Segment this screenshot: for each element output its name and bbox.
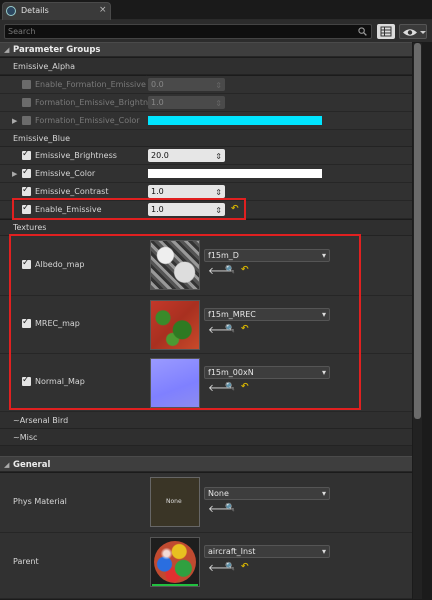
param-checkbox[interactable] [22,116,31,125]
group-label: Textures [13,223,47,232]
highlight-box-enable-emissive [12,198,246,220]
color-swatch-emissive[interactable] [148,169,322,178]
grid-icon [380,26,392,37]
prop-emissive-color: ▶ Emissive_Color [0,165,412,183]
browse-icon[interactable]: 🔍 [225,562,235,571]
scrollbar-thumb[interactable] [414,43,421,419]
tab-bar: Details × [0,0,432,20]
search-placeholder: Search [8,27,36,36]
expand-open-icon[interactable]: ◢ [4,461,9,469]
tab-label: Details [21,6,49,15]
category-general[interactable]: ◢ General [0,456,412,472]
asset-picker[interactable]: aircraft_Inst ▾ [204,545,330,558]
group-arsenal-bird[interactable]: ~Arsenal Bird [0,412,412,429]
thumbnail-type-bar [152,584,198,586]
param-checkbox[interactable] [22,98,31,107]
material-sphere-preview [154,541,196,583]
prop-label: Enable_Formation_Emissive [35,80,146,89]
drag-icon: ⇕ [215,99,222,108]
value-text: 0.0 [151,80,164,89]
parent-material-thumbnail[interactable] [150,537,200,587]
group-label: Emissive_Blue [13,134,70,143]
prop-label: Formation_Emissive_Color [35,116,140,125]
prop-emissive-brightness: Emissive_Brightness 20.0 ⇕ [0,147,412,165]
value-field[interactable]: 0.0 ⇕ [148,78,225,91]
param-checkbox[interactable] [22,185,31,196]
prop-enable-formation-emissive: Enable_Formation_Emissive 0.0 ⇕ [0,76,412,94]
prop-label: Emissive_Brightness [35,151,117,160]
drag-icon: ⇕ [215,152,222,161]
value-field[interactable]: 1.0 ⇕ [148,96,225,109]
category-label: General [13,460,51,470]
phys-material-thumbnail[interactable]: None [150,477,200,527]
group-misc[interactable]: ~Misc [0,429,412,446]
prop-label: Emissive_Contrast [35,187,109,196]
value-text: 20.0 [151,151,169,160]
highlight-box-textures [9,234,361,410]
param-checkbox[interactable] [22,149,31,160]
color-swatch-formation[interactable] [148,116,322,125]
prop-label: Phys Material [13,497,67,506]
dropdown-icon: ▾ [321,547,326,556]
reset-to-default-icon[interactable]: ↶ [241,562,249,572]
prop-parent: Parent aircraft_Inst ▾ 🡐 🔍 ↶ [0,533,412,599]
search-input[interactable]: Search [4,24,372,39]
expand-closed-icon[interactable]: ▶ [12,170,17,178]
prop-formation-emissive-color: ▶ Formation_Emissive_Color [0,112,412,130]
group-label: Emissive_Alpha [13,62,76,71]
group-emissive-alpha[interactable]: Emissive_Alpha [0,58,412,75]
category-parameter-groups[interactable]: ◢ Parameter Groups [0,42,412,57]
prop-formation-emissive-brightness: Formation_Emissive_Brightne 1.0 ⇕ [0,94,412,112]
value-field[interactable]: 20.0 ⇕ [148,149,225,162]
expand-closed-icon[interactable]: ▶ [12,117,17,125]
dropdown-icon: ▾ [321,489,326,498]
tab-details[interactable]: Details × [2,2,111,20]
details-icon [6,6,16,16]
browse-icon[interactable]: 🔍 [225,503,235,512]
group-label: ~Misc [13,433,38,442]
category-label: Parameter Groups [13,45,101,55]
prop-label: Emissive_Color [35,169,96,178]
view-options-grid-button[interactable] [377,24,395,39]
prop-label: Formation_Emissive_Brightne [35,98,153,107]
close-tab-button[interactable]: × [99,5,107,15]
prop-label: Parent [13,557,39,566]
expand-open-icon[interactable]: ◢ [4,46,9,54]
group-label: ~Arsenal Bird [13,416,69,425]
drag-icon: ⇕ [215,81,222,90]
value-text: 1.0 [151,187,164,196]
search-icon [358,27,367,36]
visibility-options-button[interactable] [399,24,427,39]
asset-picker[interactable]: None ▾ [204,487,330,500]
asset-name: None [208,489,229,498]
value-text: 1.0 [151,98,164,107]
group-emissive-blue[interactable]: Emissive_Blue [0,130,412,147]
eye-icon [403,29,426,36]
prop-phys-material: Phys Material None None ▾ 🡐 🔍 [0,473,412,533]
value-field[interactable]: 1.0 ⇕ [148,185,225,198]
thumbnail-none-text: None [166,498,182,505]
param-checkbox[interactable] [22,80,31,89]
asset-name: aircraft_Inst [208,547,256,556]
spacer [0,446,412,456]
param-checkbox[interactable] [22,167,31,178]
